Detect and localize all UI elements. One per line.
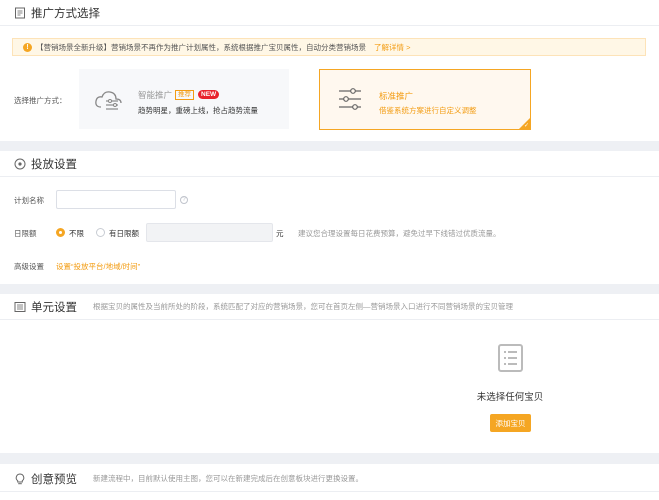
smart-promotion-desc: 趋势明星，重磅上线，抢占趋势流量 [138, 106, 258, 115]
empty-state-text: 未选择任何宝贝 [476, 392, 544, 403]
list-icon [14, 301, 26, 313]
advanced-settings-link[interactable]: 设置“投放平台/地域/时间” [56, 261, 140, 272]
help-icon[interactable]: ? [180, 196, 188, 204]
creative-preview-section: 创意预览 新建流程中，目前默认使用主图，您可以在新建完成后在创意板块进行更换设置… [0, 464, 659, 500]
budget-hint: 建议您合理设置每日花费预算，避免过早下线错过优质流量。 [298, 229, 501, 238]
currency-unit: 元 [276, 229, 284, 238]
creative-preview-desc: 新建流程中，目前默认使用主图，您可以在新建完成后在创意板块进行更换设置。 [93, 474, 363, 483]
delivery-settings-section: 投放设置 计划名称 ? 日限额 不限 有日限额 元 建议您合理设置每日花费预算，… [0, 151, 659, 284]
unit-settings-desc: 根据宝贝的属性及当前所处的阶段，系统匹配了对应的营销场景，您可在首页左侧—营销场… [93, 302, 513, 311]
notice-text: 【营销场景全新升级】营销场景不再作为推广计划属性，系统根据推广宝贝属性，自动分类… [36, 42, 366, 52]
standard-promotion-card[interactable]: 标准推广 借鉴系统方案进行自定义调整 ✓ [319, 69, 531, 130]
recommend-tag: 推荐 [175, 90, 194, 100]
plan-name-input[interactable] [56, 190, 176, 209]
unit-settings-header: 单元设置 根据宝贝的属性及当前所处的阶段，系统匹配了对应的营销场景，您可在首页左… [0, 294, 659, 320]
radio-unlimited[interactable] [56, 228, 65, 237]
promotion-mode-header: 推广方式选择 [0, 0, 659, 26]
smart-promotion-title: 智能推广 [138, 90, 173, 100]
standard-promotion-desc: 借鉴系统方案进行自定义调整 [379, 106, 477, 115]
creative-preview-header: 创意预览 新建流程中，目前默认使用主图，您可以在新建完成后在创意板块进行更换设置… [0, 466, 659, 492]
radio-limited[interactable] [96, 228, 105, 237]
radio-unlimited-label[interactable]: 不限 [69, 228, 84, 239]
unit-settings-section: 单元设置 根据宝贝的属性及当前所处的阶段，系统匹配了对应的营销场景，您可在首页左… [0, 294, 659, 453]
new-badge: NEW [198, 90, 220, 99]
plan-name-label: 计划名称 [14, 196, 44, 205]
section-title: 投放设置 [31, 158, 77, 171]
add-item-button[interactable]: 添加宝贝 [490, 414, 531, 432]
sliders-icon [338, 88, 362, 112]
document-icon [14, 7, 26, 19]
daily-limit-input[interactable] [146, 223, 273, 242]
section-title: 推广方式选择 [31, 7, 100, 20]
advanced-settings-label: 高级设置 [14, 262, 44, 271]
radio-limited-label[interactable]: 有日限额 [109, 228, 139, 239]
target-icon [14, 158, 26, 170]
section-title: 单元设置 [31, 301, 77, 314]
promotion-mode-label: 选择推广方式： [14, 96, 67, 105]
delivery-settings-header: 投放设置 [0, 151, 659, 177]
warning-icon: ! [23, 42, 32, 52]
cloud-settings-icon [94, 89, 124, 113]
smart-promotion-card[interactable]: 智能推广 推荐 NEW 趋势明星，重磅上线，抢占趋势流量 [79, 69, 289, 129]
standard-promotion-title: 标准推广 [379, 91, 414, 101]
learn-more-link[interactable]: 了解详情 > [374, 42, 410, 53]
lightbulb-icon [14, 472, 26, 485]
daily-limit-label: 日限额 [14, 229, 37, 238]
empty-list-icon [498, 344, 523, 374]
check-icon: ✓ [523, 123, 529, 129]
section-title: 创意预览 [31, 473, 77, 486]
promotion-mode-section: 推广方式选择 ! 【营销场景全新升级】营销场景不再作为推广计划属性，系统根据推广… [0, 0, 659, 141]
upgrade-notice: ! 【营销场景全新升级】营销场景不再作为推广计划属性，系统根据推广宝贝属性，自动… [12, 38, 646, 56]
